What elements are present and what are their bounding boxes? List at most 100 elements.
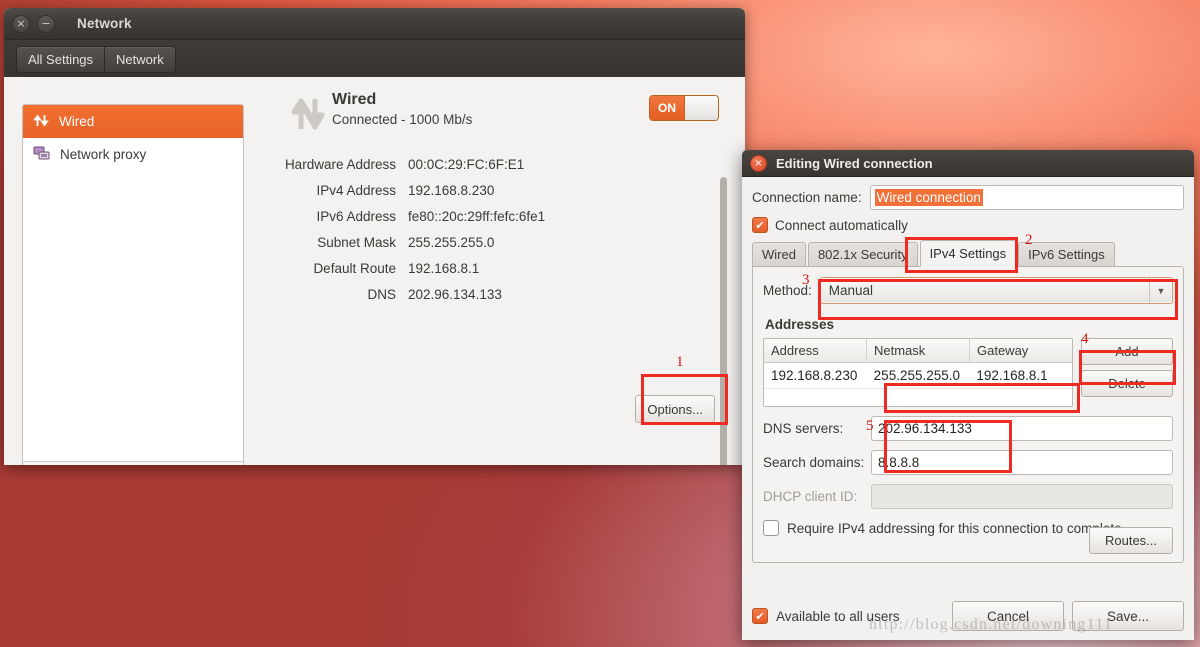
detail-label: Subnet Mask [317,234,396,250]
detail-row: DNS 202.96.134.133 [254,281,727,307]
detail-label: DNS [367,286,396,302]
annotation-number-5: 5 [866,418,874,434]
edit-connection-dialog: × Editing Wired connection Connection na… [742,150,1194,640]
detail-value: 202.96.134.133 [408,286,502,302]
minimize-icon[interactable]: − [37,14,55,33]
remove-connection-button[interactable]: − [55,464,80,465]
device-power-toggle[interactable]: ON [649,95,719,121]
connection-name-label: Connection name: [752,190,862,205]
dialog-close-glyph: × [754,157,763,169]
dialog-tabs: Wired 802.1x Security IPv4 Settings IPv6… [752,240,1184,267]
detail-row: Hardware Address 00:0C:29:FC:6F:E1 [254,151,727,177]
method-value: Manual [828,283,874,298]
add-address-button[interactable]: Add [1081,338,1173,365]
window-content: Wired Network proxy + − [4,77,745,465]
connect-automatically-checkbox[interactable]: ✔ [752,217,768,233]
tab-wired[interactable]: Wired [752,242,806,267]
device-detail-panel: Wired Connected - 1000 Mb/s ON Hardware … [254,91,727,465]
detail-label: IPv4 Address [316,182,396,198]
addresses-table: Address Netmask Gateway 192.168.8.230 25… [763,338,1073,407]
cell-netmask[interactable]: 255.255.255.0 [867,363,970,388]
network-proxy-icon [33,145,51,165]
annotation-number-3: 3 [802,272,810,288]
column-header-gateway[interactable]: Gateway [970,339,1072,362]
connection-name-input[interactable]: Wired connection [869,185,1184,210]
chevron-down-icon[interactable]: ▼ [1149,278,1172,303]
dhcp-client-id-row: DHCP client ID: [763,484,1173,509]
detail-label: Hardware Address [284,156,396,172]
routes-button[interactable]: Routes... [1089,527,1173,554]
detail-label: IPv6 Address [316,208,396,224]
scrollbar-thumb[interactable] [720,177,727,465]
device-name: Wired [332,91,377,108]
close-icon[interactable]: × [12,14,30,33]
options-button[interactable]: Options... [635,395,715,423]
require-ipv4-checkbox[interactable] [763,520,779,536]
sidebar-item-label: Wired [59,114,95,129]
method-row: Method: Manual ▼ [763,277,1173,304]
column-header-address[interactable]: Address [764,339,867,362]
device-status: Connected - 1000 Mb/s [332,112,473,128]
delete-address-button[interactable]: Delete [1081,370,1173,397]
dialog-title: Editing Wired connection [776,155,933,171]
device-list: Wired Network proxy [23,105,243,461]
add-connection-button[interactable]: + [29,464,55,465]
detail-scrollbar[interactable] [720,177,727,465]
cell-address[interactable]: 192.168.8.230 [764,363,867,388]
detail-label: Default Route [313,260,396,276]
dns-servers-label: DNS servers: [763,421,844,436]
connection-name-row: Connection name: Wired connection [752,185,1184,210]
addresses-title: Addresses [765,317,835,332]
device-details-list: Hardware Address 00:0C:29:FC:6F:E1 IPv4 … [254,151,727,307]
detail-value: 00:0C:29:FC:6F:E1 [408,156,525,172]
check-glyph: ✔ [755,609,765,623]
cell-gateway[interactable]: 192.168.8.1 [969,363,1072,388]
check-glyph: ✔ [755,218,765,232]
wired-arrows-icon [33,112,50,132]
sidebar-item-network-proxy[interactable]: Network proxy [23,138,243,171]
close-glyph: × [16,17,26,30]
minimize-glyph: − [41,17,51,30]
dialog-body: Connection name: Wired connection ✔ Conn… [742,177,1194,640]
dns-servers-row: DNS servers: 202.96.134.133 [763,416,1173,441]
dialog-close-icon[interactable]: × [750,154,767,172]
detail-row: IPv6 Address fe80::20c:29ff:fefc:6fe1 [254,203,727,229]
device-sidebar: Wired Network proxy + − [22,104,244,465]
dhcp-client-id-input [871,484,1173,509]
detail-value: 192.168.8.230 [408,182,495,198]
sidebar-footer: + − [23,461,243,465]
addresses-table-header: Address Netmask Gateway [764,339,1072,363]
tab-ipv4-settings[interactable]: IPv4 Settings [919,240,1017,267]
search-domains-row: Search domains: 8.8.8.8 [763,450,1173,475]
dns-servers-input[interactable]: 202.96.134.133 [871,416,1173,441]
connect-automatically-label: Connect automatically [775,217,908,233]
column-header-netmask[interactable]: Netmask [867,339,970,362]
annotation-number-1: 1 [676,354,684,370]
addresses-buttons: Add Delete [1081,338,1173,397]
detail-value: 255.255.255.0 [408,234,495,250]
annotation-number-4: 4 [1081,331,1089,347]
connection-name-value: Wired connection [874,189,983,206]
toggle-on-label: ON [650,96,684,120]
search-domains-input[interactable]: 8.8.8.8 [871,450,1173,475]
sidebar-item-wired[interactable]: Wired [23,105,243,138]
table-row[interactable]: 192.168.8.230 255.255.255.0 192.168.8.1 [764,363,1072,388]
tab-8021x-security[interactable]: 802.1x Security [807,242,918,267]
method-dropdown[interactable]: Manual ▼ [819,277,1173,304]
search-domains-label: Search domains: [763,455,865,470]
all-settings-button[interactable]: All Settings [16,45,106,73]
sidebar-item-label: Network proxy [60,147,147,162]
tab-ipv6-settings[interactable]: IPv6 Settings [1018,242,1115,267]
annotation-number-2: 2 [1025,232,1033,248]
addresses-section: Address Netmask Gateway 192.168.8.230 25… [763,338,1173,407]
dialog-titlebar: × Editing Wired connection [742,150,1194,177]
available-all-users-checkbox[interactable]: ✔ [752,608,768,624]
wired-arrows-large-icon [290,93,326,133]
network-toolbar-button[interactable]: Network [105,45,176,73]
detail-value: 192.168.8.1 [408,260,480,276]
detail-row: Default Route 192.168.8.1 [254,255,727,281]
ipv4-settings-panel: Method: Manual ▼ Addresses Address Netma… [752,266,1184,563]
connect-automatically-row[interactable]: ✔ Connect automatically [752,217,1184,233]
require-ipv4-label: Require IPv4 addressing for this connect… [787,520,1122,536]
detail-value: fe80::20c:29ff:fefc:6fe1 [408,208,546,224]
